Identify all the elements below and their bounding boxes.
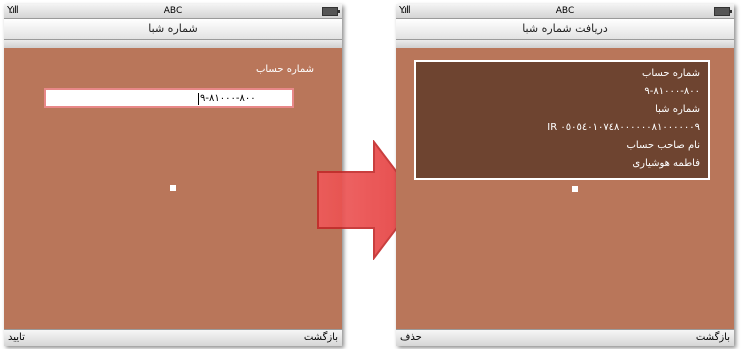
back-softkey[interactable]: بازگشت	[304, 330, 338, 346]
carrier-name: ABC	[163, 6, 183, 16]
screen-title: دریافت شماره شبا	[396, 19, 734, 40]
sheba-result-box: شماره حساب ٨٠٠-٨١٠٠٠-٩ شماره شبا IR ٠٥٠٥…	[414, 60, 710, 180]
account-number-value: ٨٠٠-٨١٠٠٠-٩	[644, 86, 700, 97]
title-divider	[396, 40, 734, 48]
status-bar: Y.ıll ABC	[4, 4, 342, 19]
right-phone-screen: Y.ıll ABC دریافت شماره شبا شماره حساب ٨٠…	[396, 4, 734, 346]
battery-icon	[714, 7, 732, 16]
screen-title: شماره شبا	[4, 19, 342, 40]
account-number-label: شماره حساب	[641, 68, 700, 79]
account-number-input[interactable]: ٨٠٠-٨١٠٠٠-٩	[44, 88, 294, 108]
status-bar: Y.ıll ABC	[396, 4, 734, 19]
account-owner-label: نام صاحب حساب	[626, 140, 700, 151]
account-number-label: شماره حساب	[255, 64, 314, 75]
battery-icon	[322, 7, 340, 16]
confirm-softkey[interactable]: تایید	[8, 330, 25, 346]
sheba-number-value: IR ٠٥٠٥٤٠١٠٧٤٨٠٠٠٠٠٠٨١٠٠٠٠٠٠٩	[547, 122, 700, 133]
back-softkey[interactable]: بازگشت	[696, 330, 730, 346]
account-number-value: ٨٠٠-٨١٠٠٠-٩	[200, 93, 256, 104]
scroll-indicator-icon	[170, 185, 176, 191]
softkey-bar: تایید بازگشت	[4, 329, 342, 346]
scroll-indicator-icon	[572, 186, 578, 192]
softkey-bar: حذف بازگشت	[396, 329, 734, 346]
sheba-number-label: شماره شبا	[655, 104, 700, 115]
carrier-name: ABC	[555, 6, 575, 16]
delete-softkey[interactable]: حذف	[400, 330, 422, 346]
account-owner-value: فاطمه هوشیاری	[632, 158, 700, 169]
left-phone-screen: Y.ıll ABC شماره شبا شماره حساب ٨٠٠-٨١٠٠٠…	[4, 4, 342, 346]
title-divider	[4, 40, 342, 48]
text-cursor	[198, 93, 199, 105]
